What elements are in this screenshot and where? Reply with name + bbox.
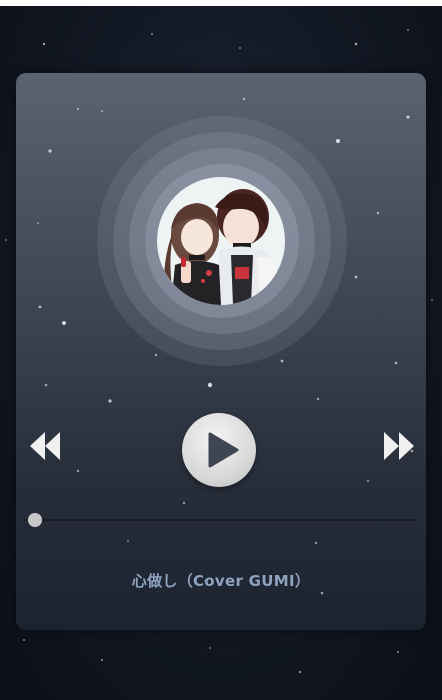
play-button[interactable] [182,413,256,487]
progress-knob[interactable] [28,513,42,527]
fast-forward-icon [384,432,414,460]
album-cover-image [157,177,285,305]
play-icon [208,432,239,468]
progress-track[interactable] [36,519,416,521]
rewind-icon [30,432,60,460]
rewind-button[interactable] [26,428,66,464]
song-title: 心做し（Cover GUMI） [131,572,311,590]
fast-forward-button[interactable] [378,428,418,464]
player-card: 心做し（Cover GUMI） [16,73,426,630]
